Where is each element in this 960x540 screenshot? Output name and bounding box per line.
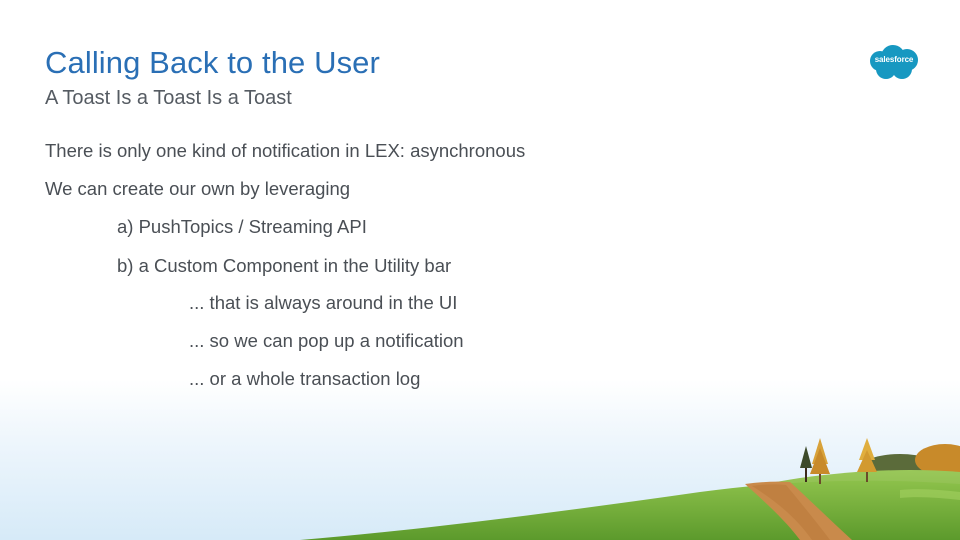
- bullet-item: We can create our own by leveraging: [45, 178, 351, 199]
- bullet-item: ... that is always around in the UI: [189, 292, 458, 313]
- bullet-item: ... or a whole transaction log: [189, 368, 421, 389]
- slide-subtitle: A Toast Is a Toast Is a Toast: [45, 87, 292, 109]
- bullet-item: ... so we can pop up a notification: [189, 330, 464, 351]
- slide-title: Calling Back to the User: [45, 45, 380, 80]
- bullet-item: b) a Custom Component in the Utility bar: [117, 255, 452, 276]
- tree-icon: [800, 446, 812, 482]
- bullet-item: There is only one kind of notification i…: [45, 140, 526, 161]
- hill-icon: [300, 438, 960, 540]
- logo-text: salesforce: [874, 55, 914, 64]
- bullet-item: a) PushTopics / Streaming API: [117, 216, 367, 237]
- salesforce-logo-icon: salesforce: [866, 44, 922, 82]
- landscape-illustration: [0, 420, 960, 540]
- slide: Calling Back to the User A Toast Is a To…: [0, 0, 960, 540]
